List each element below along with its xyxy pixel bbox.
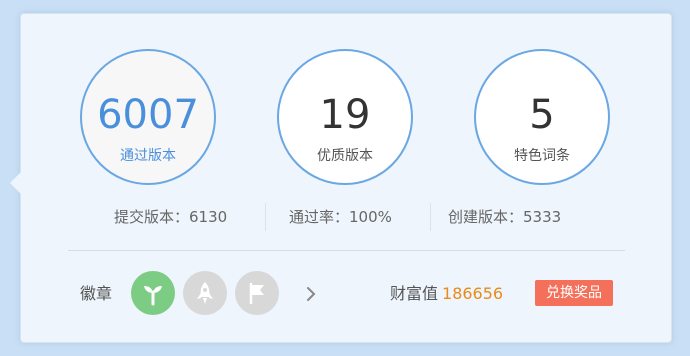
stat-label: 特色词条	[514, 148, 570, 164]
stat-approved-versions[interactable]: 6007 通过版本	[80, 49, 216, 185]
card-pointer	[10, 172, 21, 194]
chevron-right-icon	[307, 287, 316, 301]
pass-rate: 通过率：100%	[289, 208, 392, 226]
redeem-prize-button[interactable]: 兑换奖品	[535, 280, 613, 306]
wealth-label: 财富值	[390, 284, 439, 303]
divider	[265, 203, 266, 231]
user-stats-card: 6007 通过版本 19 优质版本 5 特色词条 提交版本：6130 通过率：1…	[10, 13, 672, 343]
badge-flag[interactable]	[235, 271, 279, 315]
wealth-display: 财富值 186656	[390, 282, 503, 306]
stat-value: 19	[319, 92, 371, 138]
badge-rocket[interactable]	[183, 271, 227, 315]
sprout-icon	[144, 286, 162, 306]
stat-quality-versions[interactable]: 19 优质版本	[277, 49, 413, 185]
stat-featured-entries[interactable]: 5 特色词条	[474, 49, 610, 185]
stat-label: 优质版本	[317, 148, 373, 164]
stat-label: 通过版本	[120, 148, 176, 164]
badge-sprout[interactable]	[131, 271, 175, 315]
stat-value: 5	[529, 92, 555, 138]
wealth-value: 186656	[442, 284, 504, 303]
created-versions: 创建版本：5333	[448, 208, 562, 226]
rocket-icon	[197, 282, 213, 304]
badges-label: 徽章	[80, 284, 113, 303]
flag-icon	[249, 282, 264, 305]
stat-value: 6007	[97, 92, 199, 138]
submitted-versions: 提交版本：6130	[114, 208, 228, 226]
divider	[430, 203, 431, 231]
badges-more-button[interactable]	[299, 282, 323, 306]
section-divider	[68, 250, 625, 251]
